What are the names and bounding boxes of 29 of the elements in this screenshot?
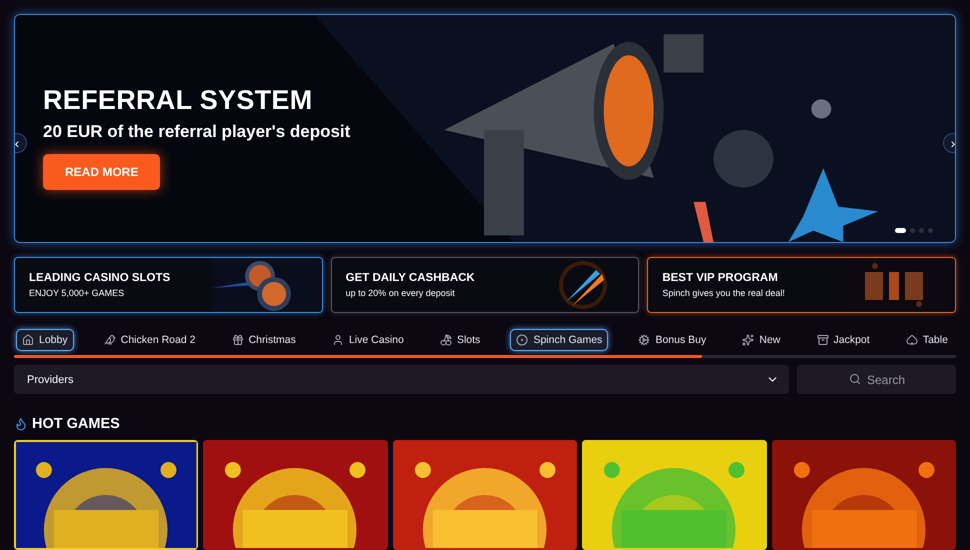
pagination-dot[interactable] [910, 228, 915, 234]
category-tab[interactable]: Table [900, 329, 954, 352]
category-tab[interactable]: New [736, 329, 786, 352]
providers-dropdown[interactable]: Providers [14, 365, 789, 394]
category-tab[interactable]: Jackpot [810, 329, 876, 352]
promo-card[interactable]: LEADING CASINO SLOTS ENJOY 5,000+ GAMES [14, 257, 323, 314]
category-tab[interactable]: Live Casino [326, 329, 410, 352]
flame-icon [14, 417, 28, 431]
banner-title: REFERRAL SYSTEM [43, 85, 313, 116]
promo-title: GET DAILY CASHBACK [346, 272, 475, 284]
search-icon [849, 373, 861, 385]
search-field[interactable]: Search [797, 365, 956, 394]
promo-title: BEST VIP PROGRAM [662, 272, 779, 284]
category-tab[interactable]: Bonus Buy [632, 329, 712, 352]
promo-card[interactable]: BEST VIP PROGRAM Spinch gives you the real deal! [647, 257, 956, 314]
category-tab[interactable]: Spinch Games [510, 329, 608, 352]
category-tab[interactable]: Chicken Road 2 [98, 329, 202, 352]
promo-title: LEADING CASINO SLOTS [29, 272, 170, 284]
promo-text: up to 20% on every deposit [346, 288, 456, 298]
category-tab[interactable]: Lobby [16, 329, 74, 352]
category-tab[interactable]: Slots [434, 329, 486, 352]
promo-text: Spinch gives you the real deal! [662, 288, 785, 298]
promo-card[interactable]: GET DAILY CASHBACK up to 20% on every deposit [330, 257, 640, 314]
category-tab[interactable]: Christmas [226, 329, 302, 352]
pagination-dot[interactable] [928, 228, 933, 234]
section-title: HOT GAMES [32, 416, 120, 432]
pagination-dot[interactable] [919, 228, 924, 234]
banner-subtitle: 20 EUR of the referral player's deposit [43, 122, 350, 142]
promo-text: ENJOY 5,000+ GAMES [29, 288, 126, 298]
